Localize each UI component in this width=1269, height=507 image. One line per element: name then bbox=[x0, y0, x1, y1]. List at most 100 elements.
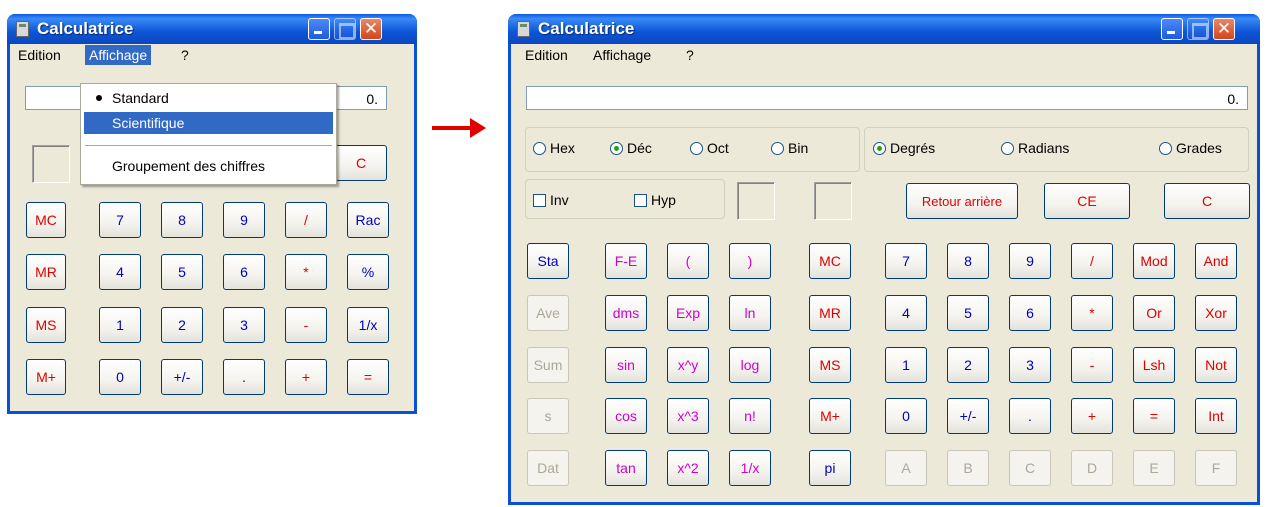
func-ln-button[interactable]: ln bbox=[729, 295, 771, 331]
menu-edition[interactable]: Edition bbox=[521, 45, 572, 65]
key-2-button[interactable]: 2 bbox=[161, 307, 203, 343]
radio-degres[interactable]: Degrés bbox=[873, 140, 935, 156]
key-or-button[interactable]: Or bbox=[1133, 295, 1175, 331]
key-xor-button[interactable]: Xor bbox=[1195, 295, 1237, 331]
menu-affichage[interactable]: Affichage bbox=[85, 45, 152, 65]
stat-sta-button[interactable]: Sta bbox=[527, 243, 569, 279]
key-3-button[interactable]: 3 bbox=[1009, 347, 1051, 383]
clear-button[interactable]: C bbox=[335, 145, 387, 181]
key-m-button[interactable]: M+ bbox=[26, 359, 66, 395]
key-9-button[interactable]: 9 bbox=[1009, 243, 1051, 279]
func-tan-button[interactable]: tan bbox=[605, 450, 647, 486]
key-5-button[interactable]: 5 bbox=[161, 254, 203, 290]
key-sym-button[interactable]: / bbox=[285, 202, 327, 238]
func-exp-button[interactable]: Exp bbox=[667, 295, 709, 331]
key-1-x-button[interactable]: 1/x bbox=[347, 307, 389, 343]
minimize-button[interactable] bbox=[1161, 18, 1183, 40]
key-sym-button[interactable]: . bbox=[223, 359, 265, 395]
key-8-button[interactable]: 8 bbox=[947, 243, 989, 279]
key-not-button[interactable]: Not bbox=[1195, 347, 1237, 383]
func-x-3-button[interactable]: x^3 bbox=[667, 398, 709, 434]
key-2-button[interactable]: 2 bbox=[947, 347, 989, 383]
key-5-button[interactable]: 5 bbox=[947, 295, 989, 331]
radio-bin[interactable]: Bin bbox=[771, 140, 808, 156]
radio-grades[interactable]: Grades bbox=[1159, 140, 1222, 156]
key-sym-button[interactable]: = bbox=[347, 359, 389, 395]
radio-oct[interactable]: Oct bbox=[690, 140, 729, 156]
menu-item-standard[interactable]: Standard bbox=[84, 87, 333, 109]
clear-button[interactable]: C bbox=[1164, 183, 1250, 219]
key-ms-button[interactable]: MS bbox=[26, 307, 66, 343]
key-0-button[interactable]: 0 bbox=[885, 398, 927, 434]
key-sym-button[interactable]: . bbox=[1009, 398, 1051, 434]
func-sym-button[interactable]: ( bbox=[667, 243, 709, 279]
key-int-button[interactable]: Int bbox=[1195, 398, 1237, 434]
key-sym-button[interactable]: * bbox=[285, 254, 327, 290]
checkbox-inv[interactable]: Inv bbox=[533, 192, 569, 208]
key-sym-button[interactable]: +/- bbox=[947, 398, 989, 434]
radio-radians[interactable]: Radians bbox=[1001, 140, 1069, 156]
menu-edition[interactable]: Edition bbox=[14, 45, 65, 65]
key-7-button[interactable]: 7 bbox=[99, 202, 141, 238]
radio-hex[interactable]: Hex bbox=[533, 140, 575, 156]
clear-entry-button[interactable]: CE bbox=[1044, 183, 1130, 219]
title-bar[interactable]: Calculatrice ✕ bbox=[7, 14, 417, 44]
menu-help[interactable]: ? bbox=[682, 45, 698, 65]
mem-m-button[interactable]: M+ bbox=[809, 398, 851, 434]
func-cos-button[interactable]: cos bbox=[605, 398, 647, 434]
checkbox-hyp[interactable]: Hyp bbox=[634, 192, 676, 208]
key-sym-button[interactable]: / bbox=[1071, 243, 1113, 279]
mem-pi-button[interactable]: pi bbox=[809, 450, 851, 486]
key-sym-button[interactable]: % bbox=[347, 254, 389, 290]
key-7-button[interactable]: 7 bbox=[885, 243, 927, 279]
key-4-button[interactable]: 4 bbox=[885, 295, 927, 331]
title-bar[interactable]: Calculatrice ✕ bbox=[508, 14, 1260, 44]
menu-affichage[interactable]: Affichage bbox=[589, 45, 655, 65]
key-1-button[interactable]: 1 bbox=[885, 347, 927, 383]
key-sym-button[interactable]: - bbox=[285, 307, 327, 343]
key-mc-button[interactable]: MC bbox=[26, 202, 66, 238]
menu-item-digit-grouping[interactable]: Groupement des chiffres bbox=[84, 155, 333, 177]
checkbox-label: Inv bbox=[550, 192, 569, 208]
func-x-y-button[interactable]: x^y bbox=[667, 347, 709, 383]
func-n-button[interactable]: n! bbox=[729, 398, 771, 434]
func-f-e-button[interactable]: F-E bbox=[605, 243, 647, 279]
key-8-button[interactable]: 8 bbox=[161, 202, 203, 238]
key-and-button[interactable]: And bbox=[1195, 243, 1237, 279]
close-button[interactable]: ✕ bbox=[1213, 18, 1235, 40]
key-rac-button[interactable]: Rac bbox=[347, 202, 389, 238]
key-9-button[interactable]: 9 bbox=[223, 202, 265, 238]
key-sym-button[interactable]: - bbox=[1071, 347, 1113, 383]
key-4-button[interactable]: 4 bbox=[99, 254, 141, 290]
func-dms-button[interactable]: dms bbox=[605, 295, 647, 331]
func-log-button[interactable]: log bbox=[729, 347, 771, 383]
mem-mr-button[interactable]: MR bbox=[809, 295, 851, 331]
key-0-button[interactable]: 0 bbox=[99, 359, 141, 395]
standard-calculator-window: Calculatrice ✕ Edition Affichage ? 0. C … bbox=[7, 14, 417, 414]
key-sym-button[interactable]: + bbox=[285, 359, 327, 395]
key-6-button[interactable]: 6 bbox=[223, 254, 265, 290]
menu-help[interactable]: ? bbox=[177, 45, 193, 65]
mem-ms-button[interactable]: MS bbox=[809, 347, 851, 383]
func-sin-button[interactable]: sin bbox=[605, 347, 647, 383]
key-mod-button[interactable]: Mod bbox=[1133, 243, 1175, 279]
backspace-button[interactable]: Retour arrière bbox=[906, 183, 1018, 219]
key-lsh-button[interactable]: Lsh bbox=[1133, 347, 1175, 383]
close-button[interactable]: ✕ bbox=[360, 18, 382, 40]
menu-item-scientifique[interactable]: Scientifique bbox=[84, 112, 333, 134]
key-sym-button[interactable]: * bbox=[1071, 295, 1113, 331]
key-1-button[interactable]: 1 bbox=[99, 307, 141, 343]
minimize-button[interactable] bbox=[308, 18, 330, 40]
key-3-button[interactable]: 3 bbox=[223, 307, 265, 343]
key-sym-button[interactable]: +/- bbox=[161, 359, 203, 395]
checkbox-label: Hyp bbox=[651, 192, 676, 208]
key-6-button[interactable]: 6 bbox=[1009, 295, 1051, 331]
func-sym-button[interactable]: ) bbox=[729, 243, 771, 279]
key-sym-button[interactable]: = bbox=[1133, 398, 1175, 434]
func-x-2-button[interactable]: x^2 bbox=[667, 450, 709, 486]
mem-mc-button[interactable]: MC bbox=[809, 243, 851, 279]
key-mr-button[interactable]: MR bbox=[26, 254, 66, 290]
key-sym-button[interactable]: + bbox=[1071, 398, 1113, 434]
func-1-x-button[interactable]: 1/x bbox=[729, 450, 771, 486]
radio-dec[interactable]: Déc bbox=[610, 140, 652, 156]
